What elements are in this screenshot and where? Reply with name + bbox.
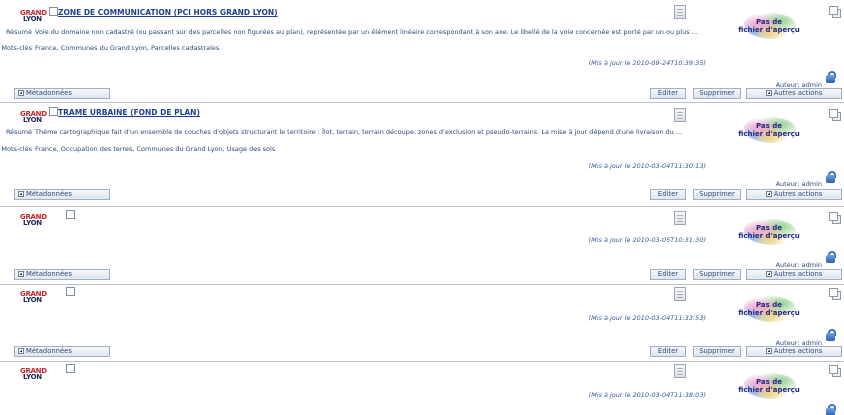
copy-icon[interactable] xyxy=(829,109,841,121)
record-5: GRAND LYON (Mis à jour le 2010-03-04T11:3… xyxy=(0,362,844,415)
lock-open-icon[interactable] xyxy=(826,71,837,83)
lock-open-icon[interactable] xyxy=(826,404,837,415)
plus-icon xyxy=(18,348,24,354)
updated-date: (Mis à jour le 2010-03-04T11:38:03) xyxy=(588,391,706,399)
plus-icon xyxy=(18,191,24,197)
no-preview-image: Pas de fichier d'aperçu xyxy=(738,13,800,43)
metadata-toggle-button[interactable]: Métadonnées xyxy=(14,189,110,200)
updated-date: (Mis à jour le 2010-09-24T10:39:35) xyxy=(588,59,706,67)
record-keywords: France, Communes du Grand Lyon, Parcelle… xyxy=(35,44,220,52)
metadata-toggle-button[interactable]: Métadonnées xyxy=(14,346,110,357)
copy-icon[interactable] xyxy=(829,365,841,377)
summary-label: Résumé xyxy=(5,28,32,36)
updated-date: (Mis à jour le 2010-03-04T11:30:13) xyxy=(588,162,706,170)
keywords-label: Mots-clés xyxy=(1,44,32,52)
more-actions-button[interactable]: Autres actions xyxy=(746,346,842,357)
grand-lyon-logo: GRAND LYON xyxy=(20,9,47,23)
edit-button[interactable]: Editer xyxy=(650,346,686,357)
no-preview-image: Pas de fichier d'aperçu xyxy=(738,373,800,403)
record-keywords: France, Occupation des terres, Communes … xyxy=(35,145,276,153)
plus-icon xyxy=(18,90,24,96)
more-actions-button[interactable]: Autres actions xyxy=(746,189,842,200)
delete-button[interactable]: Supprimer xyxy=(693,346,741,357)
grand-lyon-logo: GRAND LYON xyxy=(20,213,47,227)
copy-icon[interactable] xyxy=(829,212,841,224)
no-preview-image: Pas de fichier d'aperçu xyxy=(738,117,800,147)
edit-button[interactable]: Editer xyxy=(650,88,686,99)
copy-icon[interactable] xyxy=(829,6,841,18)
record-4: GRAND LYON (Mis à jour le 2010-03-04T11:3… xyxy=(0,285,844,362)
preview-text: Pas de fichier d'aperçu xyxy=(738,301,800,317)
plus-icon xyxy=(765,191,772,197)
document-icon[interactable] xyxy=(674,5,686,19)
author-label: Auteur: admin xyxy=(775,261,822,269)
more-actions-button[interactable]: Autres actions xyxy=(746,88,842,99)
preview-text: Pas de fichier d'aperçu xyxy=(738,122,800,138)
edit-button[interactable]: Editer xyxy=(650,269,686,280)
select-checkbox[interactable] xyxy=(66,287,75,296)
summary-label: Résumé xyxy=(5,128,32,136)
plus-icon xyxy=(18,271,24,277)
record-3: GRAND LYON (Mis à jour le 2010-03-05T10:3… xyxy=(0,207,844,285)
author-label: Auteur: admin xyxy=(775,180,822,188)
select-checkbox[interactable] xyxy=(66,210,75,219)
record-title-link[interactable]: TRAME URBAINE (FOND DE PLAN) xyxy=(58,108,200,117)
grand-lyon-logo: GRAND LYON xyxy=(20,110,47,124)
preview-text: Pas de fichier d'aperçu xyxy=(738,224,800,240)
delete-button[interactable]: Supprimer xyxy=(693,269,741,280)
record-summary: Voie du domaine non cadastré (ou passant… xyxy=(35,28,698,36)
preview-text: Pas de fichier d'aperçu xyxy=(738,378,800,394)
more-actions-button[interactable]: Autres actions xyxy=(746,269,842,280)
document-icon[interactable] xyxy=(674,108,686,122)
record-title-link[interactable]: ZONE DE COMMUNICATION (PCI HORS GRAND LY… xyxy=(58,8,278,17)
updated-date: (Mis à jour le 2010-03-05T10:31:30) xyxy=(588,236,706,244)
edit-button[interactable]: Editer xyxy=(650,189,686,200)
record-summary: Thème cartographique fait d'un ensemble … xyxy=(35,128,683,136)
delete-button[interactable]: Supprimer xyxy=(693,189,741,200)
document-icon[interactable] xyxy=(674,211,686,225)
no-preview-image: Pas de fichier d'aperçu xyxy=(738,296,800,326)
select-checkbox[interactable] xyxy=(49,107,58,116)
lock-open-icon[interactable] xyxy=(826,251,837,263)
metadata-toggle-button[interactable]: Métadonnées xyxy=(14,88,110,99)
grand-lyon-logo: GRAND LYON xyxy=(20,290,47,304)
preview-text: Pas de fichier d'aperçu xyxy=(738,18,800,34)
record-2: GRAND LYON TRAME URBAINE (FOND DE PLAN) R… xyxy=(0,103,844,207)
no-preview-image: Pas de fichier d'aperçu xyxy=(738,219,800,249)
record-1: GRAND LYON ZONE DE COMMUNICATION (PCI HOR… xyxy=(0,0,844,103)
grand-lyon-logo: GRAND LYON xyxy=(20,367,47,381)
keywords-label: Mots-clés xyxy=(1,145,32,153)
delete-button[interactable]: Supprimer xyxy=(693,88,741,99)
select-checkbox[interactable] xyxy=(66,364,75,373)
metadata-toggle-button[interactable]: Métadonnées xyxy=(14,269,110,280)
plus-icon xyxy=(765,348,772,354)
lock-open-icon[interactable] xyxy=(826,171,837,183)
updated-date: (Mis à jour le 2010-03-04T11:33:53) xyxy=(588,314,706,322)
plus-icon xyxy=(765,90,772,96)
plus-icon xyxy=(765,271,772,277)
select-checkbox[interactable] xyxy=(49,7,58,16)
copy-icon[interactable] xyxy=(829,288,841,300)
lock-open-icon[interactable] xyxy=(826,329,837,341)
document-icon[interactable] xyxy=(674,287,686,301)
document-icon[interactable] xyxy=(674,364,686,378)
